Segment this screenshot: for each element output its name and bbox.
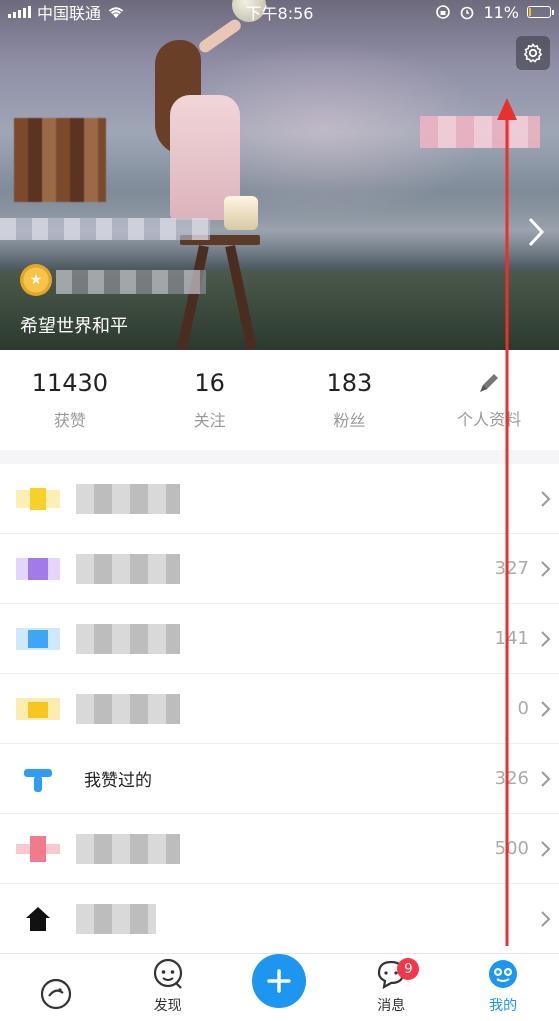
tab-messages[interactable]: 9 消息 — [335, 954, 447, 1021]
chevron-right-icon — [541, 701, 551, 717]
menu-list: 327 141 0 我赞过的 326 500 — [0, 464, 559, 954]
settings-button[interactable] — [516, 36, 550, 70]
chevron-right-icon — [541, 771, 551, 787]
home-bird-icon — [40, 978, 71, 1010]
chevron-right-icon — [541, 841, 551, 857]
stat-label: 粉丝 — [333, 411, 366, 430]
purple-icon — [16, 557, 60, 580]
stat-profile[interactable]: 个人资料 — [419, 350, 559, 450]
list-item[interactable]: 141 — [0, 604, 559, 674]
battery-percent: 11% — [483, 2, 519, 22]
list-item[interactable] — [0, 464, 559, 534]
chevron-right-icon — [541, 491, 551, 507]
rotation-lock-icon — [436, 5, 451, 19]
stat-label: 获赞 — [53, 411, 86, 430]
message-badge: 9 — [397, 958, 420, 980]
stat-value: 16 — [194, 369, 225, 397]
list-item[interactable]: 327 — [0, 534, 559, 604]
stats-bar: 11430 获赞 16 关注 183 粉丝 个人资料 — [0, 350, 559, 450]
stat-value: 183 — [326, 369, 373, 397]
thumb-icon — [24, 768, 52, 792]
tab-bar: 发现 9 消息 我的 — [0, 953, 559, 1021]
blue-icon — [16, 627, 60, 650]
label-redacted — [76, 483, 180, 514]
tab-me[interactable]: 我的 — [447, 954, 559, 1021]
username-redacted — [0, 218, 210, 240]
status-bar: 中国联通 下午8:56 11% — [0, 0, 559, 24]
house-icon — [26, 907, 50, 931]
chevron-right-icon — [541, 911, 551, 927]
list-item[interactable] — [0, 884, 559, 954]
redacted-info — [420, 116, 540, 148]
tab-label: 发现 — [153, 998, 182, 1014]
label-redacted — [76, 904, 156, 934]
yellow-icon — [16, 487, 60, 510]
avatar[interactable] — [14, 118, 106, 202]
chevron-right-icon — [541, 631, 551, 647]
tab-label: 消息 — [377, 998, 406, 1014]
label-redacted — [76, 623, 180, 654]
profile-motto: 希望世界和平 — [20, 316, 128, 337]
list-item[interactable]: 我赞过的 326 — [0, 744, 559, 814]
yellow-folder-icon — [16, 697, 60, 720]
battery-icon — [527, 6, 554, 18]
stat-value: 11430 — [31, 369, 109, 397]
list-item[interactable]: 500 — [0, 814, 559, 884]
pink-icon — [16, 835, 60, 862]
label-redacted — [76, 553, 180, 584]
tab-label: 我的 — [489, 998, 518, 1014]
badge-redacted — [56, 270, 206, 294]
chevron-right-icon[interactable] — [526, 216, 546, 248]
profile-header: 中国联通 下午8:56 11% ★ 希望世界和平 — [0, 0, 559, 350]
alarm-icon — [461, 6, 474, 20]
medal-icon[interactable]: ★ — [20, 264, 52, 296]
me-icon — [489, 960, 518, 988]
annotation-arrow — [497, 98, 517, 946]
list-item[interactable]: 0 — [0, 674, 559, 744]
stat-likes[interactable]: 11430 获赞 — [0, 350, 140, 450]
plus-button[interactable] — [252, 954, 307, 1008]
tab-discover[interactable]: 发现 — [112, 954, 224, 1021]
label-redacted — [76, 693, 180, 724]
chevron-right-icon — [541, 561, 551, 577]
stat-followers[interactable]: 183 粉丝 — [280, 350, 420, 450]
plus-icon — [267, 969, 292, 993]
lantern — [224, 196, 258, 230]
tab-post[interactable] — [224, 954, 336, 1021]
gear-icon — [523, 43, 543, 63]
item-label: 我赞过的 — [84, 771, 152, 791]
stat-following[interactable]: 16 关注 — [140, 350, 280, 450]
tab-home[interactable] — [0, 954, 112, 1021]
discover-icon — [153, 958, 182, 989]
label-redacted — [76, 833, 180, 864]
stat-label: 关注 — [193, 411, 226, 430]
